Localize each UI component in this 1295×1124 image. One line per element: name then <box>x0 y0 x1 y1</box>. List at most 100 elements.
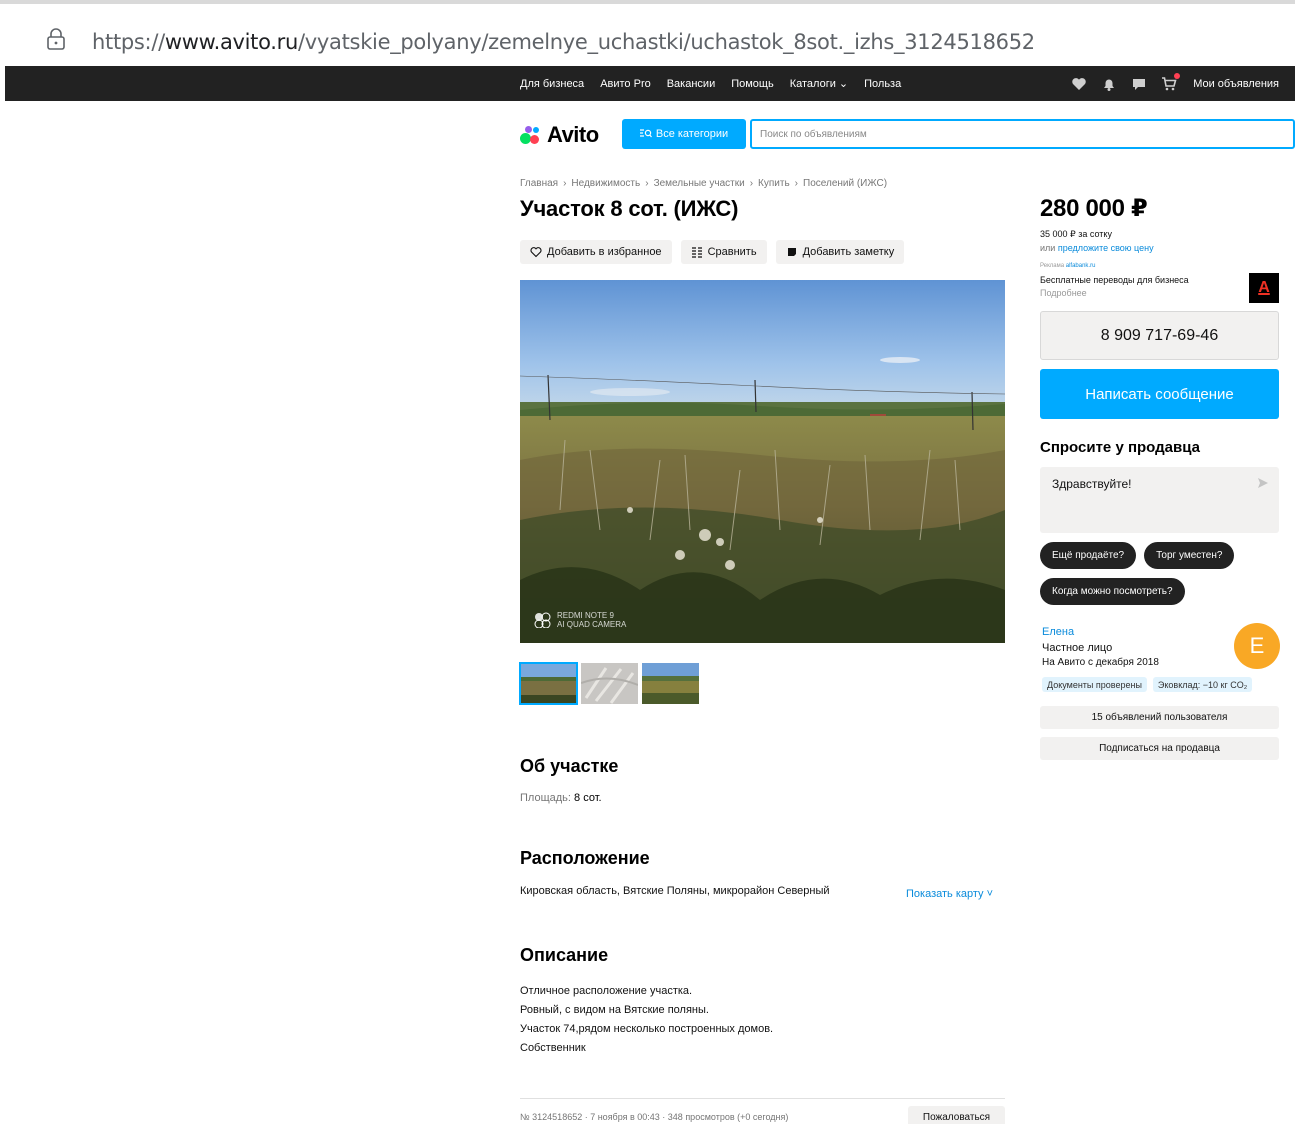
ad-title[interactable]: Бесплатные переводы для бизнеса <box>1040 275 1189 285</box>
description-line: Участок 74,рядом несколько построенных д… <box>520 1023 774 1035</box>
badge-documents-verified[interactable]: Документы проверены <box>1042 677 1147 692</box>
description-line: Собственник <box>520 1042 586 1054</box>
nav-link-jobs[interactable]: Вакансии <box>667 78 716 90</box>
price-per-unit: 35 000 ₽ за сотку <box>1040 229 1112 239</box>
lock-icon[interactable] <box>46 28 66 50</box>
area-value: 8 сот. <box>574 792 602 804</box>
thumbnail-3[interactable] <box>642 663 699 704</box>
nav-link-business[interactable]: Для бизнеса <box>520 78 584 90</box>
breadcrumb-home[interactable]: Главная <box>520 178 558 189</box>
seller-type: Частное лицо <box>1042 642 1113 654</box>
add-note-label: Добавить заметку <box>802 246 895 258</box>
quick-question-when-view[interactable]: Когда можно посмотреть? <box>1040 578 1185 605</box>
bell-icon[interactable] <box>1101 76 1117 92</box>
thumbnail-1[interactable] <box>519 662 578 705</box>
footer-divider <box>520 1098 1005 1099</box>
top-navigation: Для бизнеса Авито Pro Вакансии Помощь Ка… <box>5 66 1295 101</box>
listing-title: Участок 8 сот. (ИЖС) <box>520 196 739 221</box>
breadcrumb-buy[interactable]: Купить <box>758 178 790 189</box>
breadcrumb-separator: › <box>563 178 567 189</box>
watermark-line-2: AI QUAD CAMERA <box>557 620 627 629</box>
offer-price-link[interactable]: предложите свою цену <box>1058 243 1154 253</box>
location-heading: Расположение <box>520 848 650 868</box>
nav-link-benefit[interactable]: Польза <box>864 78 901 90</box>
quick-question-bargain[interactable]: Торг уместен? <box>1144 542 1235 569</box>
write-message-button[interactable]: Написать сообщение <box>1040 369 1279 419</box>
add-to-favorites-button[interactable]: Добавить в избранное <box>520 240 672 264</box>
ad-domain-link[interactable]: alfabank.ru <box>1066 263 1096 269</box>
top-nav-right: Мои объявления <box>1071 66 1279 101</box>
alfabank-logo[interactable]: А <box>1249 273 1279 303</box>
quick-question-still-selling[interactable]: Ещё продаёте? <box>1040 542 1137 569</box>
cart-button[interactable] <box>1161 72 1181 92</box>
chat-icon[interactable] <box>1131 76 1147 92</box>
thumbnail-2[interactable] <box>581 663 638 704</box>
thumbnail-2-image <box>581 663 638 704</box>
camera-watermark: REDMI NOTE 9 AI QUAD CAMERA <box>534 611 626 629</box>
description-line: Отличное расположение участка. <box>520 985 693 997</box>
ad-label-text: Реклама <box>1040 263 1065 269</box>
avito-logo-text: Avito <box>547 122 599 147</box>
description-line: Ровный, с видом на Вятские поляны. <box>520 1004 709 1016</box>
field-landscape-image <box>520 280 1005 643</box>
description-heading: Описание <box>520 945 609 965</box>
offer-price-line: или предложите свою цену <box>1040 243 1154 253</box>
ask-seller-box <box>1040 467 1279 533</box>
add-note-button[interactable]: Добавить заметку <box>775 240 905 264</box>
breadcrumb-realty[interactable]: Недвижимость <box>571 178 640 189</box>
listing-meta: № 3124518652 · 7 ноября в 00:43 · 348 пр… <box>520 1112 789 1122</box>
alfabank-logo-letter: А <box>1258 279 1270 296</box>
send-arrow-icon[interactable] <box>1257 477 1269 489</box>
url-text[interactable]: https://www.avito.ru/vyatskie_polyany/ze… <box>92 30 1035 54</box>
ask-seller-input[interactable] <box>1040 467 1240 517</box>
subscribe-seller-button[interactable]: Подписаться на продавца <box>1040 737 1279 760</box>
my-ads-link[interactable]: Мои объявления <box>1193 78 1279 90</box>
area-param: Площадь: 8 сот. <box>520 792 602 804</box>
watermark-line-1: REDMI NOTE 9 <box>557 611 614 620</box>
complain-button[interactable]: Пожаловаться <box>908 1106 1005 1124</box>
ad-label: Реклама alfabank.ru <box>1040 263 1095 269</box>
badge-eco-contribution[interactable]: Эковклад: −10 кг CO₂ <box>1152 677 1253 692</box>
show-phone-button[interactable]: 8 909 717-69-46 <box>1040 311 1279 360</box>
thumbnail-3-image <box>642 663 699 704</box>
nav-link-help[interactable]: Помощь <box>731 78 774 90</box>
seller-since: На Авито с декабря 2018 <box>1042 657 1159 668</box>
avito-logo[interactable]: Avito <box>520 122 599 148</box>
listing-actions: Добавить в избранное Сравнить Добавить з… <box>520 240 905 264</box>
cart-notification-dot <box>1174 72 1181 79</box>
user-ads-button[interactable]: 15 объявлений пользователя <box>1040 706 1279 729</box>
quick-questions: Ещё продаёте? Торг уместен? Когда можно … <box>1040 542 1280 605</box>
breadcrumb-izhs[interactable]: Поселений (ИЖС) <box>803 178 887 189</box>
seller-name-link[interactable]: Елена <box>1042 626 1074 638</box>
seller-avatar[interactable]: Е <box>1234 623 1280 669</box>
breadcrumb: Главная › Недвижимость › Земельные участки… <box>520 178 887 189</box>
breadcrumb-land[interactable]: Земельные участки <box>654 178 745 189</box>
seller-badges: Документы проверены Эковклад: −10 кг CO₂ <box>1042 677 1253 692</box>
breadcrumb-separator: › <box>749 178 754 189</box>
all-categories-button[interactable]: Все категории <box>622 119 746 149</box>
show-map-link[interactable]: Показать карту ˅ <box>906 888 993 900</box>
area-label: Площадь: <box>520 792 571 804</box>
add-to-favorites-label: Добавить в избранное <box>547 246 662 258</box>
ad-more-link[interactable]: Подробнее <box>1040 288 1087 298</box>
breadcrumb-separator: › <box>794 178 798 189</box>
search-input[interactable] <box>752 121 1293 147</box>
ask-seller-heading: Спросите у продавца <box>1040 439 1200 456</box>
heart-icon[interactable] <box>1071 76 1087 92</box>
thumbnail-1-image <box>520 663 577 704</box>
browser-address-bar: https://www.avito.ru/vyatskie_polyany/ze… <box>0 0 1295 66</box>
address-text: Кировская область, Вятские Поляны, микро… <box>520 885 830 897</box>
compare-label: Сравнить <box>707 246 757 258</box>
main-photo[interactable]: REDMI NOTE 9 AI QUAD CAMERA <box>520 280 1005 643</box>
avito-logo-dots-icon <box>520 125 544 145</box>
nav-link-catalogs[interactable]: Каталоги ⌄ <box>790 77 848 90</box>
nav-link-avito-pro[interactable]: Авито Pro <box>600 78 651 90</box>
categories-search-icon <box>639 129 652 138</box>
search-box <box>750 119 1295 149</box>
all-categories-label: Все категории <box>655 128 729 140</box>
offer-prefix: или <box>1040 243 1056 253</box>
top-nav-links: Для бизнеса Авито Pro Вакансии Помощь Ка… <box>520 66 901 101</box>
about-heading: Об участке <box>520 756 619 776</box>
heart-outline-icon <box>530 247 542 258</box>
compare-button[interactable]: Сравнить <box>680 240 767 264</box>
